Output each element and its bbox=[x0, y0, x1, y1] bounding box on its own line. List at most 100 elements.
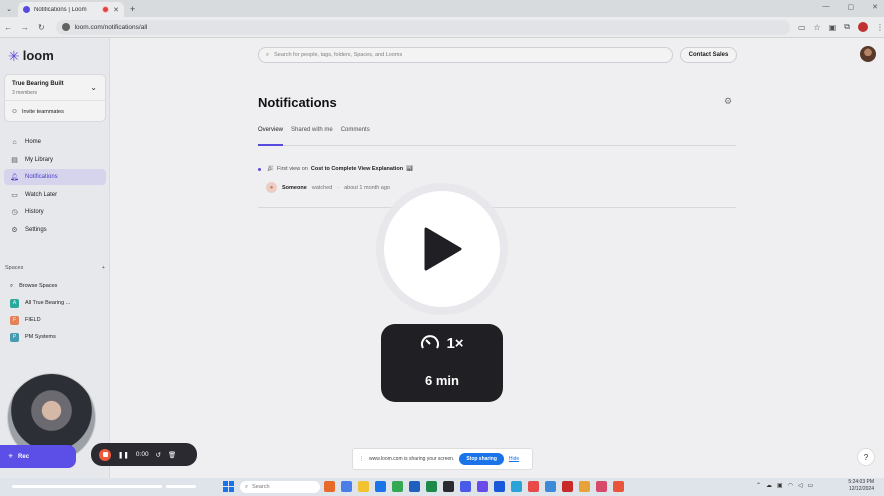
wifi-icon[interactable]: ◠ bbox=[788, 482, 793, 489]
record-button[interactable]: ✳ Rec bbox=[0, 445, 76, 468]
sidebar-item-history[interactable]: ◷ History bbox=[4, 204, 106, 220]
chevron-down-icon[interactable]: ⌄ bbox=[90, 83, 97, 92]
taskbar-search-input[interactable]: ⌕ Search bbox=[240, 481, 320, 493]
menu-kebab-icon[interactable]: ⋮ bbox=[876, 23, 884, 32]
app-icon[interactable] bbox=[324, 481, 335, 492]
chart-emoji-icon: 📊︎ bbox=[406, 166, 414, 172]
taskbar-clock[interactable]: 5:24:03 PM 12/12/2024 bbox=[848, 479, 874, 493]
hide-share-bar-link[interactable]: Hide bbox=[509, 456, 519, 462]
tab-comments[interactable]: Comments bbox=[341, 127, 370, 146]
cloud-icon[interactable]: ☁ bbox=[766, 482, 772, 489]
sidebar-item-home[interactable]: ⌂ Home bbox=[4, 134, 106, 150]
workspace-switcher[interactable]: True Bearing Built 3 members ⌄ ⚇ Invite … bbox=[4, 74, 106, 122]
address-bar[interactable]: loom.com/notifications/all bbox=[55, 19, 790, 35]
space-browse[interactable]: ⌕ Browse Spaces bbox=[4, 278, 106, 294]
speed-gauge-icon bbox=[421, 335, 440, 349]
contact-sales-button[interactable]: Contact Sales bbox=[680, 47, 737, 63]
sidebar-item-my-library[interactable]: ▤ My Library bbox=[4, 152, 106, 168]
space-pm-systems[interactable]: P PM Systems bbox=[4, 329, 106, 345]
library-icon: ▤ bbox=[11, 156, 18, 164]
app-icon[interactable] bbox=[596, 481, 607, 492]
minimize-icon[interactable]: — bbox=[823, 3, 830, 11]
app-icon[interactable] bbox=[511, 481, 522, 492]
notification-settings-gear-icon[interactable]: ⚙ bbox=[724, 96, 732, 107]
video-title-link[interactable]: Cost to Complete View Explanation bbox=[311, 166, 403, 172]
search-input[interactable]: ⌕ Search for people, tags, folders, Spac… bbox=[258, 47, 673, 63]
sidebar-item-watch-later[interactable]: ▭ Watch Later bbox=[4, 187, 106, 203]
word-icon[interactable] bbox=[494, 481, 505, 492]
space-badge: P bbox=[10, 332, 19, 342]
notification-headline: 🎉︎ First view on Cost to Complete View E… bbox=[258, 166, 413, 172]
notification-item[interactable]: 🎉︎ First view on Cost to Complete View E… bbox=[258, 164, 736, 208]
unread-dot bbox=[258, 167, 261, 171]
close-window-icon[interactable]: ✕ bbox=[872, 3, 878, 11]
app-icon[interactable] bbox=[460, 481, 471, 492]
url-text: loom.com/notifications/all bbox=[74, 23, 148, 31]
loom-logo[interactable]: ✳ loom bbox=[8, 48, 54, 63]
site-info-icon[interactable] bbox=[61, 23, 70, 31]
sidebar-item-label: My Library bbox=[25, 156, 54, 163]
stop-sharing-button[interactable]: Stop sharing bbox=[459, 453, 504, 465]
tab-overview[interactable]: Overview bbox=[258, 127, 284, 146]
app-icon[interactable] bbox=[443, 481, 454, 492]
app-icon[interactable] bbox=[545, 481, 556, 492]
user-avatar[interactable] bbox=[860, 46, 876, 62]
windows-start-icon[interactable] bbox=[223, 481, 234, 492]
tab-search-icon[interactable]: ⌄ bbox=[0, 5, 18, 13]
battery-icon[interactable]: ▭ bbox=[808, 482, 814, 489]
space-all-true-bearing[interactable]: A All True Bearing ... bbox=[4, 295, 106, 311]
party-icon: 🎉︎ bbox=[267, 166, 274, 172]
sidebar-item-label: Home bbox=[25, 139, 42, 145]
new-tab-button[interactable]: + bbox=[130, 4, 135, 14]
speed-row: 1× bbox=[381, 334, 503, 352]
outlook-icon[interactable] bbox=[409, 481, 420, 492]
loom-mark-icon: ✳ bbox=[8, 47, 20, 64]
drag-handle-icon[interactable]: ⋮ bbox=[359, 456, 364, 462]
playback-speed-box[interactable]: 1× 6 min bbox=[381, 324, 503, 402]
teams-icon[interactable] bbox=[477, 481, 488, 492]
add-space-button[interactable]: + bbox=[102, 265, 105, 271]
reload-icon[interactable]: ↻ bbox=[33, 23, 50, 32]
stop-recording-button[interactable] bbox=[99, 448, 111, 461]
app-icon[interactable] bbox=[613, 481, 624, 492]
maximize-icon[interactable]: ▢ bbox=[848, 3, 855, 11]
app-icon[interactable] bbox=[562, 481, 573, 492]
history-icon: ◷ bbox=[11, 209, 18, 216]
help-button[interactable]: ? bbox=[857, 448, 875, 466]
speaker-icon[interactable]: ◁ bbox=[798, 482, 803, 489]
close-tab-icon[interactable]: ✕ bbox=[113, 6, 119, 14]
excel-icon[interactable] bbox=[426, 481, 437, 492]
trash-icon[interactable]: 🗑︎ bbox=[168, 451, 176, 459]
playback-speed: 1× bbox=[446, 334, 464, 352]
notification-detail: ● Someone watched · about 1 month ago bbox=[266, 182, 390, 193]
restart-icon[interactable]: ↺ bbox=[156, 451, 161, 459]
back-icon[interactable]: ← bbox=[0, 23, 17, 32]
puzzle-icon[interactable]: ⧉ bbox=[844, 22, 850, 32]
extension-icon[interactable]: ▣ bbox=[829, 23, 837, 32]
invite-teammates-button[interactable]: ⚇ Invite teammates bbox=[5, 100, 105, 122]
screen-share-bar: ⋮ www.loom.com is sharing your screen. S… bbox=[352, 448, 533, 470]
search-icon: ⌕ bbox=[245, 483, 249, 490]
sidebar-item-notifications[interactable]: 🔔︎ Notifications bbox=[4, 169, 106, 185]
sidebar-item-settings[interactable]: ⚙ Settings bbox=[4, 222, 106, 238]
spaces-list: ⌕ Browse Spaces A All True Bearing ... F FI… bbox=[4, 278, 106, 346]
forward-icon[interactable]: → bbox=[17, 23, 34, 32]
profile-icon[interactable] bbox=[858, 22, 868, 32]
app-tray-icon[interactable]: ▣ bbox=[777, 482, 783, 489]
chevron-up-icon[interactable]: ⌃ bbox=[756, 482, 761, 489]
bookmark-star-icon[interactable]: ☆ bbox=[814, 23, 821, 32]
record-label: Rec bbox=[18, 453, 30, 460]
app-icon[interactable] bbox=[341, 481, 352, 492]
folder-icon[interactable] bbox=[358, 481, 369, 492]
app-icon[interactable] bbox=[528, 481, 539, 492]
browser-tab[interactable]: Notifications | Loom ✕ bbox=[18, 2, 124, 17]
play-button[interactable] bbox=[376, 183, 508, 315]
tab-shared-with-me[interactable]: Shared with me bbox=[291, 127, 333, 146]
cast-icon[interactable]: ▭ bbox=[798, 23, 806, 32]
bell-icon: 🔔︎ bbox=[10, 174, 19, 181]
pause-icon[interactable]: ❚❚ bbox=[118, 451, 129, 459]
app-icon[interactable] bbox=[579, 481, 590, 492]
space-field[interactable]: F FIELD bbox=[4, 312, 106, 328]
app-icon[interactable] bbox=[375, 481, 386, 492]
chrome-icon[interactable] bbox=[392, 481, 403, 492]
